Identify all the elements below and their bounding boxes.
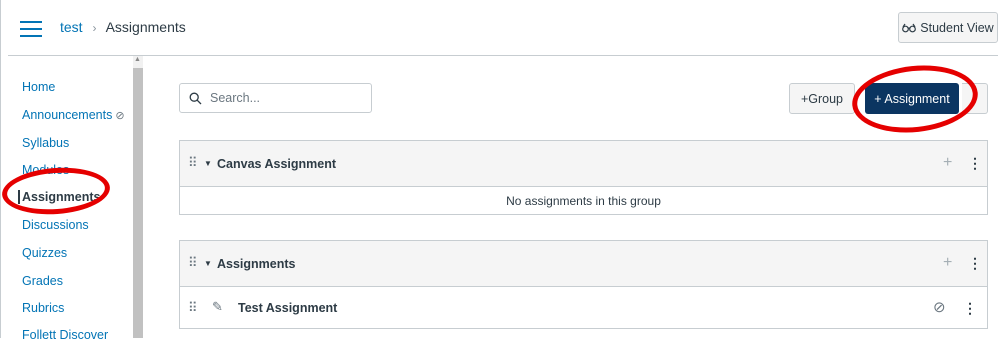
nav-rubrics[interactable]: Rubrics: [22, 301, 64, 315]
group-title: Assignments: [217, 257, 296, 271]
nav-announcements[interactable]: Announcements ⊘: [22, 108, 125, 122]
glasses-icon: [902, 23, 917, 32]
nav-home[interactable]: Home: [22, 80, 55, 94]
nav-announcements-label: Announcements: [22, 108, 113, 122]
course-nav: Home Announcements ⊘ Syllabus Modules Ass…: [8, 56, 133, 342]
kebab-icon[interactable]: ⋮: [968, 155, 982, 172]
hamburger-icon[interactable]: [20, 21, 42, 37]
unpublished-icon[interactable]: ⊘: [933, 298, 946, 316]
more-options-button[interactable]: [962, 83, 988, 114]
nav-follett-discover[interactable]: Follett Discover: [22, 328, 108, 342]
breadcrumb: test › Assignments: [60, 19, 186, 35]
breadcrumb-course-link[interactable]: test: [60, 19, 83, 35]
add-icon[interactable]: +: [943, 154, 952, 172]
drag-handle-icon[interactable]: ⠿: [188, 155, 197, 171]
add-group-button[interactable]: +Group: [789, 83, 855, 114]
nav-quizzes[interactable]: Quizzes: [22, 246, 67, 260]
nav-discussions[interactable]: Discussions: [22, 218, 89, 232]
scroll-thumb[interactable]: [133, 68, 143, 338]
empty-group-message: No assignments in this group: [506, 194, 661, 208]
student-view-button[interactable]: Student View: [898, 12, 998, 43]
caret-down-icon[interactable]: ▼: [204, 259, 212, 268]
assignment-title-link[interactable]: Test Assignment: [238, 301, 337, 315]
student-view-label: Student View: [920, 20, 994, 35]
add-icon[interactable]: +: [943, 254, 952, 272]
search-icon: [189, 92, 202, 104]
scroll-up-icon[interactable]: ▲: [134, 56, 141, 63]
assignment-group-body: No assignments in this group: [179, 187, 988, 215]
sidebar-scrollbar[interactable]: ▲: [133, 56, 143, 338]
drag-handle-icon[interactable]: ⠿: [188, 300, 197, 316]
kebab-icon[interactable]: ⋮: [963, 300, 977, 317]
search-input[interactable]: [208, 90, 358, 106]
nav-assignments[interactable]: Assignments: [18, 190, 101, 204]
search-box[interactable]: [179, 83, 372, 113]
nav-grades[interactable]: Grades: [22, 274, 63, 288]
left-border: [0, 0, 1, 338]
breadcrumb-separator: ›: [92, 21, 97, 35]
eye-slash-icon: ⊘: [115, 110, 125, 122]
group-title: Canvas Assignment: [217, 157, 337, 171]
assignment-group-header[interactable]: ⠿ ▼ Canvas Assignment + ⋮: [179, 140, 988, 187]
assignment-row[interactable]: ⠿ ✎ Test Assignment ⊘ ⋮: [179, 287, 988, 329]
drag-handle-icon[interactable]: ⠿: [188, 255, 197, 271]
top-header: test › Assignments Student View: [8, 0, 998, 56]
kebab-icon[interactable]: ⋮: [968, 255, 982, 272]
assignment-icon: ✎: [212, 299, 223, 314]
add-assignment-button[interactable]: + Assignment: [865, 83, 959, 114]
breadcrumb-current: Assignments: [105, 19, 186, 35]
caret-down-icon[interactable]: ▼: [204, 159, 212, 168]
nav-syllabus[interactable]: Syllabus: [22, 136, 69, 150]
nav-modules[interactable]: Modules: [22, 163, 69, 177]
assignment-group-header[interactable]: ⠿ ▼ Assignments + ⋮: [179, 240, 988, 287]
